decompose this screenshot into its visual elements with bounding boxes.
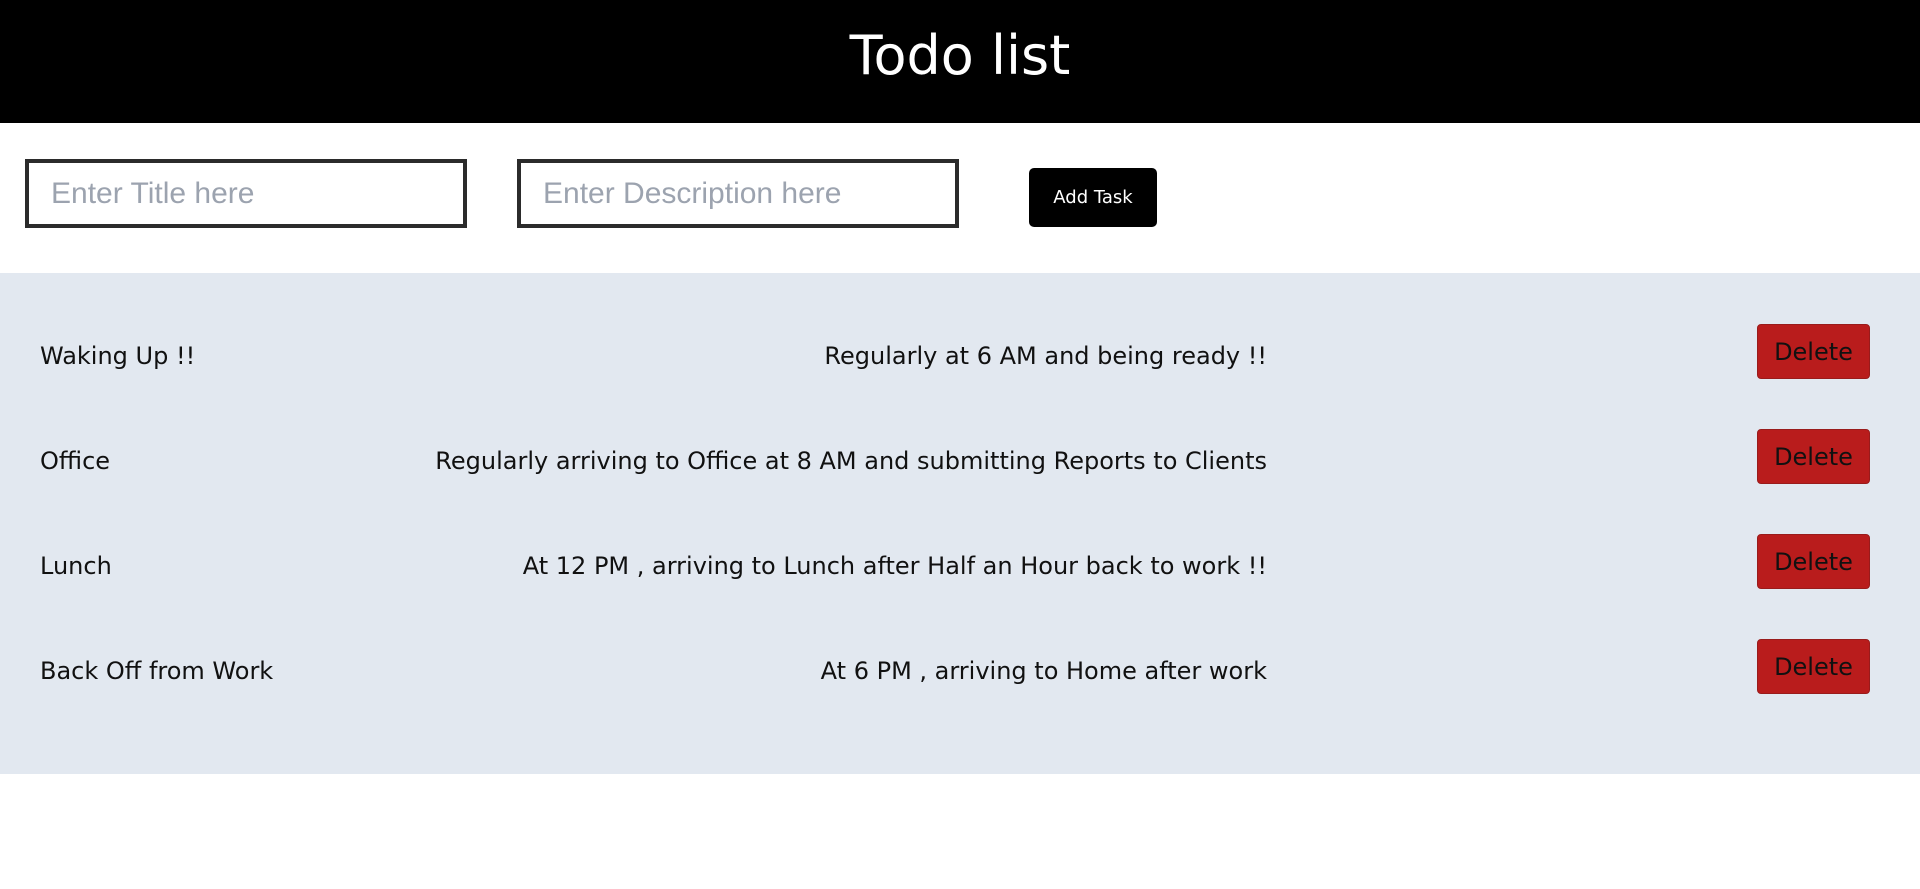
task-row: Waking Up !! Regularly at 6 AM and being… <box>0 324 1920 429</box>
task-row: Back Off from Work At 6 PM , arriving to… <box>0 639 1920 744</box>
app-header: Todo list <box>0 0 1920 123</box>
task-row: Office Regularly arriving to Office at 8… <box>0 429 1920 534</box>
add-task-button[interactable]: Add Task <box>1029 168 1157 227</box>
task-list: Waking Up !! Regularly at 6 AM and being… <box>0 273 1920 774</box>
page-title: Todo list <box>849 23 1071 87</box>
delete-task-button[interactable]: Delete <box>1757 534 1870 589</box>
delete-task-button[interactable]: Delete <box>1757 639 1870 694</box>
task-description: At 6 PM , arriving to Home after work <box>820 657 1267 685</box>
task-title: Back Off from Work <box>40 657 274 685</box>
delete-task-button[interactable]: Delete <box>1757 324 1870 379</box>
task-description: Regularly arriving to Office at 8 AM and… <box>435 447 1267 475</box>
task-title: Lunch <box>40 552 112 580</box>
task-row: Lunch At 12 PM , arriving to Lunch after… <box>0 534 1920 639</box>
title-input[interactable] <box>25 159 467 228</box>
task-description: At 12 PM , arriving to Lunch after Half … <box>522 552 1267 580</box>
task-description: Regularly at 6 AM and being ready !! <box>824 342 1267 370</box>
delete-task-button[interactable]: Delete <box>1757 429 1870 484</box>
task-title: Office <box>40 447 111 475</box>
task-form: Add Task <box>0 123 1920 273</box>
task-title: Waking Up !! <box>40 342 196 370</box>
description-input[interactable] <box>517 159 959 228</box>
